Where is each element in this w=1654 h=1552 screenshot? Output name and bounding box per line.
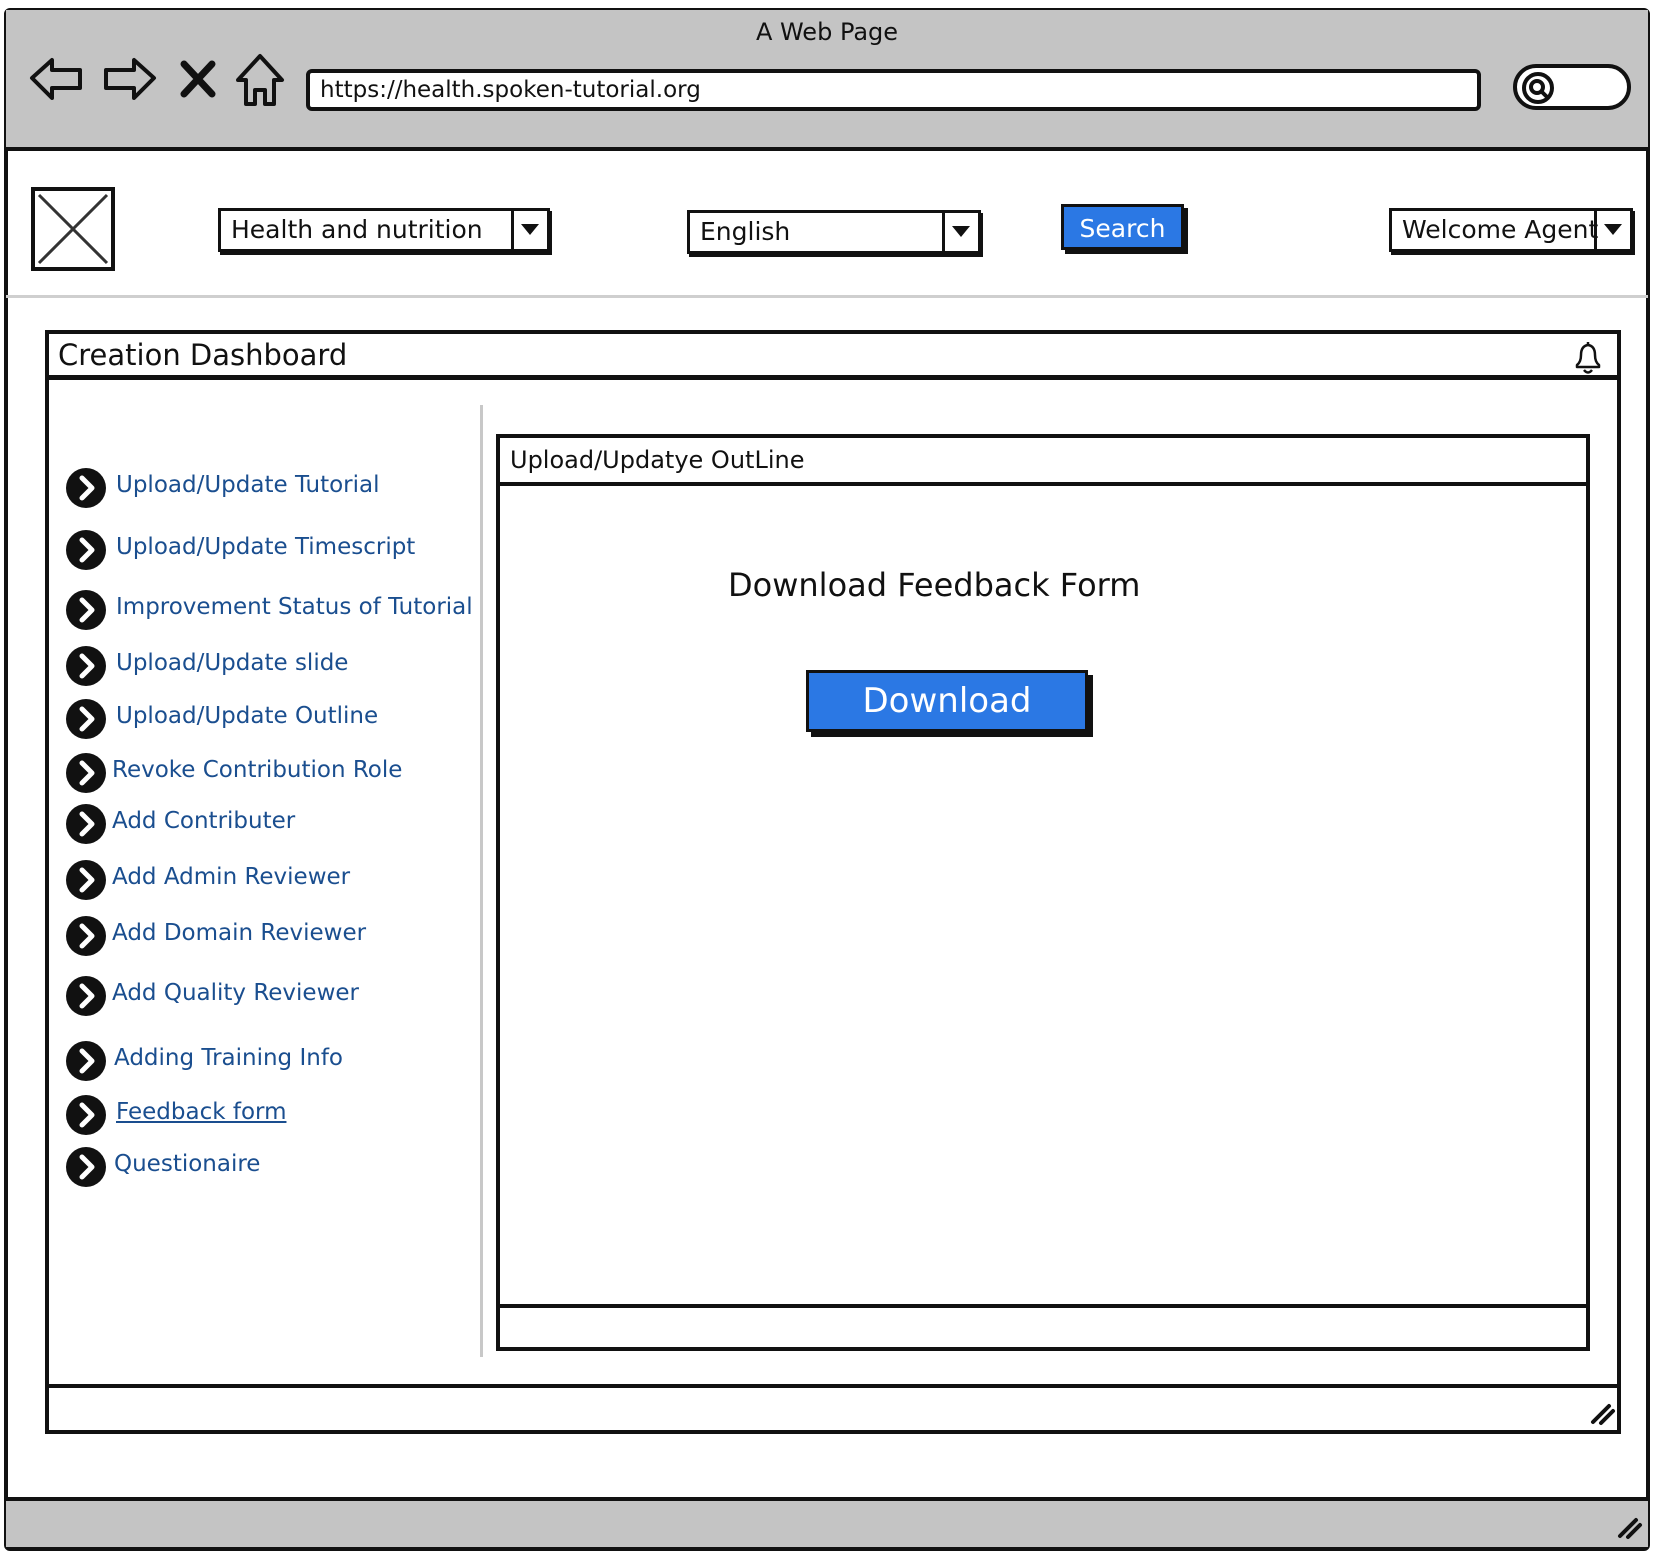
menu-item-label: Revoke Contribution Role bbox=[112, 757, 403, 783]
menu-item-label: Upload/Update Outline bbox=[116, 703, 379, 729]
chevron-right-circle-icon bbox=[66, 699, 106, 739]
chevron-down-icon[interactable] bbox=[942, 213, 978, 251]
chevron-down-icon[interactable] bbox=[511, 211, 547, 249]
browser-status-bar bbox=[6, 1497, 1648, 1547]
search-icon bbox=[1521, 71, 1555, 105]
feedback-form-heading: Download Feedback Form bbox=[728, 566, 1141, 604]
browser-search-field[interactable] bbox=[1513, 64, 1631, 110]
chevron-right-circle-icon bbox=[66, 753, 106, 793]
menu-item-label: Improvement Status of Tutorial bbox=[116, 594, 473, 620]
chevron-right-circle-icon bbox=[66, 916, 106, 956]
chevron-right-circle-icon bbox=[66, 590, 106, 630]
sidebar-divider bbox=[480, 405, 483, 1357]
dashboard-title: Creation Dashboard bbox=[45, 330, 1621, 380]
chevron-right-circle-icon bbox=[66, 860, 106, 900]
forward-arrow-icon[interactable] bbox=[98, 50, 158, 110]
dashboard-footer bbox=[45, 1384, 1621, 1434]
category-select[interactable]: Health and nutrition bbox=[218, 208, 550, 252]
chevron-right-circle-icon bbox=[66, 804, 106, 844]
panel-footer bbox=[496, 1304, 1590, 1351]
chevron-right-circle-icon bbox=[66, 1147, 106, 1187]
chevron-right-circle-icon bbox=[66, 646, 106, 686]
search-button[interactable]: Search bbox=[1061, 204, 1184, 250]
menu-item-label: Feedback form bbox=[116, 1099, 287, 1125]
image-placeholder-icon bbox=[37, 193, 109, 265]
bell-icon[interactable] bbox=[1571, 340, 1605, 376]
back-arrow-icon[interactable] bbox=[28, 50, 88, 110]
menu-item-label: Add Contributer bbox=[112, 808, 296, 834]
language-select-value: English bbox=[700, 217, 791, 246]
header-divider bbox=[6, 295, 1648, 298]
download-button[interactable]: Download bbox=[806, 670, 1088, 732]
chevron-right-circle-icon bbox=[66, 976, 106, 1016]
menu-item-label: Add Domain Reviewer bbox=[112, 920, 367, 946]
menu-item-label: Upload/Update Timescript bbox=[116, 534, 416, 560]
panel-title: Upload/Updatye OutLine bbox=[496, 434, 1590, 486]
menu-item-label: Add Admin Reviewer bbox=[112, 864, 351, 890]
menu-item-label: Adding Training Info bbox=[114, 1045, 344, 1071]
window-title: A Web Page bbox=[755, 18, 899, 46]
chevron-right-circle-icon bbox=[66, 530, 106, 570]
chevron-right-circle-icon bbox=[66, 1095, 106, 1135]
menu-item-label: Upload/Update Tutorial bbox=[116, 472, 380, 498]
menu-item-label: Add Quality Reviewer bbox=[112, 980, 360, 1006]
user-menu[interactable]: Welcome Agent bbox=[1389, 208, 1633, 252]
resize-handle-icon[interactable] bbox=[1616, 1514, 1644, 1540]
user-menu-label: Welcome Agent bbox=[1402, 215, 1599, 244]
language-select[interactable]: English bbox=[687, 210, 981, 254]
resize-handle-icon[interactable] bbox=[1589, 1400, 1617, 1426]
chevron-right-circle-icon bbox=[66, 468, 106, 508]
menu-item-label: Questionaire bbox=[114, 1151, 261, 1177]
home-icon[interactable] bbox=[232, 50, 292, 110]
site-logo bbox=[31, 187, 115, 271]
chevron-down-icon[interactable] bbox=[1594, 211, 1630, 249]
close-x-icon[interactable] bbox=[172, 50, 232, 110]
menu-item-label: Upload/Update slide bbox=[116, 650, 349, 676]
category-select-value: Health and nutrition bbox=[231, 215, 483, 244]
chevron-right-circle-icon bbox=[66, 1041, 106, 1081]
address-bar[interactable]: https://health.spoken-tutorial.org bbox=[306, 69, 1481, 111]
